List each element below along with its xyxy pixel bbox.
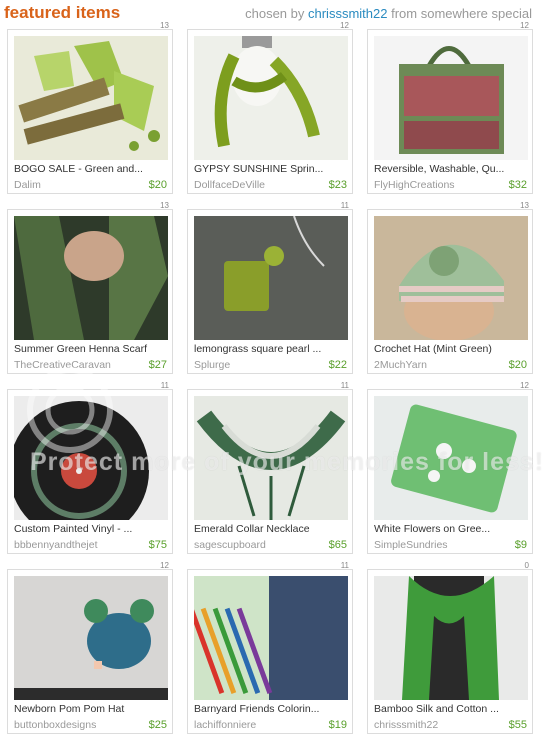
item-count: 12 — [520, 21, 529, 30]
item-price: $22 — [328, 359, 347, 371]
item-price: $20 — [508, 359, 527, 371]
item-title[interactable]: GYPSY SUNSHINE Sprin... — [194, 163, 348, 175]
shop-name[interactable]: SimpleSundries — [374, 539, 448, 551]
item-title[interactable]: Bamboo Silk and Cotton ... — [374, 703, 528, 715]
item-thumbnail[interactable] — [374, 216, 528, 340]
item-count: 13 — [160, 21, 169, 30]
item-title[interactable]: Newborn Pom Pom Hat — [14, 703, 168, 715]
item-price: $75 — [148, 539, 167, 551]
item-price: $65 — [328, 539, 347, 551]
shop-name[interactable]: Dalim — [14, 179, 41, 191]
item-price: $55 — [508, 719, 527, 731]
shop-name[interactable]: FlyHighCreations — [374, 179, 455, 191]
chosen-by-line: chosen by chrisssmith22 from somewhere s… — [245, 6, 532, 21]
shop-name[interactable]: bbbennyandthejet — [14, 539, 98, 551]
item-price: $20 — [148, 179, 167, 191]
item-title[interactable]: Emerald Collar Necklace — [194, 523, 348, 535]
item-thumbnail[interactable] — [374, 396, 528, 520]
item-title[interactable]: Reversible, Washable, Qu... — [374, 163, 528, 175]
item-price: $27 — [148, 359, 167, 371]
curator-link[interactable]: chrisssmith22 — [308, 6, 387, 21]
item-price: $9 — [514, 539, 527, 551]
item-count: 11 — [340, 381, 349, 390]
shop-name[interactable]: lachiffonniere — [194, 719, 256, 731]
item-count: 12 — [340, 21, 349, 30]
item-count: 11 — [160, 381, 169, 390]
item-title[interactable]: Crochet Hat (Mint Green) — [374, 343, 528, 355]
item-thumbnail[interactable] — [194, 216, 348, 340]
shop-name[interactable]: DollfaceDeVille — [194, 179, 265, 191]
item-price: $23 — [328, 179, 347, 191]
chosen-prefix: chosen by — [245, 6, 305, 21]
item-card[interactable]: 12 White Flowers on Gree... SimpleSundri… — [367, 381, 533, 554]
item-card[interactable]: 13 BOGO SALE - Green and... Dalim $20 — [7, 21, 173, 194]
item-count: 11 — [340, 201, 349, 210]
pom-pom-hat-image — [14, 576, 168, 700]
shop-name[interactable]: sagescupboard — [194, 539, 266, 551]
item-count: 12 — [520, 381, 529, 390]
item-title[interactable]: BOGO SALE - Green and... — [14, 163, 168, 175]
header: featured items chosen by chrisssmith22 f… — [0, 0, 542, 28]
green-flower-earrings-image — [14, 36, 168, 160]
shop-name[interactable]: buttonboxdesigns — [14, 719, 96, 731]
item-thumbnail[interactable] — [14, 36, 168, 160]
shop-name[interactable]: Splurge — [194, 359, 230, 371]
page-title: featured items — [4, 3, 121, 22]
watermark-logo-icon — [27, 367, 113, 453]
item-card[interactable]: 11 lemongrass square pearl ... Splurge $… — [187, 201, 353, 374]
item-title[interactable]: lemongrass square pearl ... — [194, 343, 348, 355]
item-card[interactable]: 13 Summer Green Henna Scarf TheCreativeC… — [7, 201, 173, 374]
item-price: $32 — [508, 179, 527, 191]
quilted-tote-bag-image — [374, 36, 528, 160]
item-thumbnail[interactable] — [374, 36, 528, 160]
chosen-from: from — [391, 6, 418, 21]
item-title[interactable]: Summer Green Henna Scarf — [14, 343, 168, 355]
item-title[interactable]: White Flowers on Gree... — [374, 523, 528, 535]
item-card[interactable]: 12 Newborn Pom Pom Hat buttonboxdesigns … — [7, 561, 173, 734]
item-card[interactable]: 12 Reversible, Washable, Qu... FlyHighCr… — [367, 21, 533, 194]
pearl-pendant-image — [194, 216, 348, 340]
item-card[interactable]: 11 Barnyard Friends Colorin... lachiffon… — [187, 561, 353, 734]
shop-name[interactable]: 2MuchYarn — [374, 359, 427, 371]
crochet-hat-image — [374, 216, 528, 340]
item-title[interactable]: Barnyard Friends Colorin... — [194, 703, 348, 715]
item-card[interactable]: 11 Emerald Collar Necklace sagescupboard… — [187, 381, 353, 554]
green-scarf-on-mannequin-image — [194, 36, 348, 160]
item-thumbnail[interactable] — [14, 576, 168, 700]
item-count: 12 — [160, 561, 169, 570]
item-count: 0 — [524, 561, 529, 570]
item-thumbnail[interactable] — [194, 576, 348, 700]
item-price: $25 — [148, 719, 167, 731]
item-thumbnail[interactable] — [14, 216, 168, 340]
shop-name[interactable]: chrisssmith22 — [374, 719, 438, 731]
item-thumbnail[interactable] — [374, 576, 528, 700]
beaded-collar-necklace-image — [194, 396, 348, 520]
item-card[interactable]: 0 Bamboo Silk and Cotton ... chrisssmith… — [367, 561, 533, 734]
item-thumbnail[interactable] — [194, 396, 348, 520]
item-count: 11 — [340, 561, 349, 570]
item-title[interactable]: Custom Painted Vinyl - ... — [14, 523, 168, 535]
green-cable-scarf-image — [374, 576, 528, 700]
crayon-roll-image — [194, 576, 348, 700]
item-card[interactable]: 12 GYPSY SUNSHINE Sprin... DollfaceDeVil… — [187, 21, 353, 194]
source-name: somewhere special — [420, 6, 532, 21]
item-card[interactable]: 13 Crochet Hat (Mint Green) 2MuchYarn $2… — [367, 201, 533, 374]
item-price: $19 — [328, 719, 347, 731]
item-count: 13 — [160, 201, 169, 210]
glass-pendant-image — [374, 396, 528, 520]
henna-scarf-image — [14, 216, 168, 340]
item-thumbnail[interactable] — [194, 36, 348, 160]
item-count: 13 — [520, 201, 529, 210]
